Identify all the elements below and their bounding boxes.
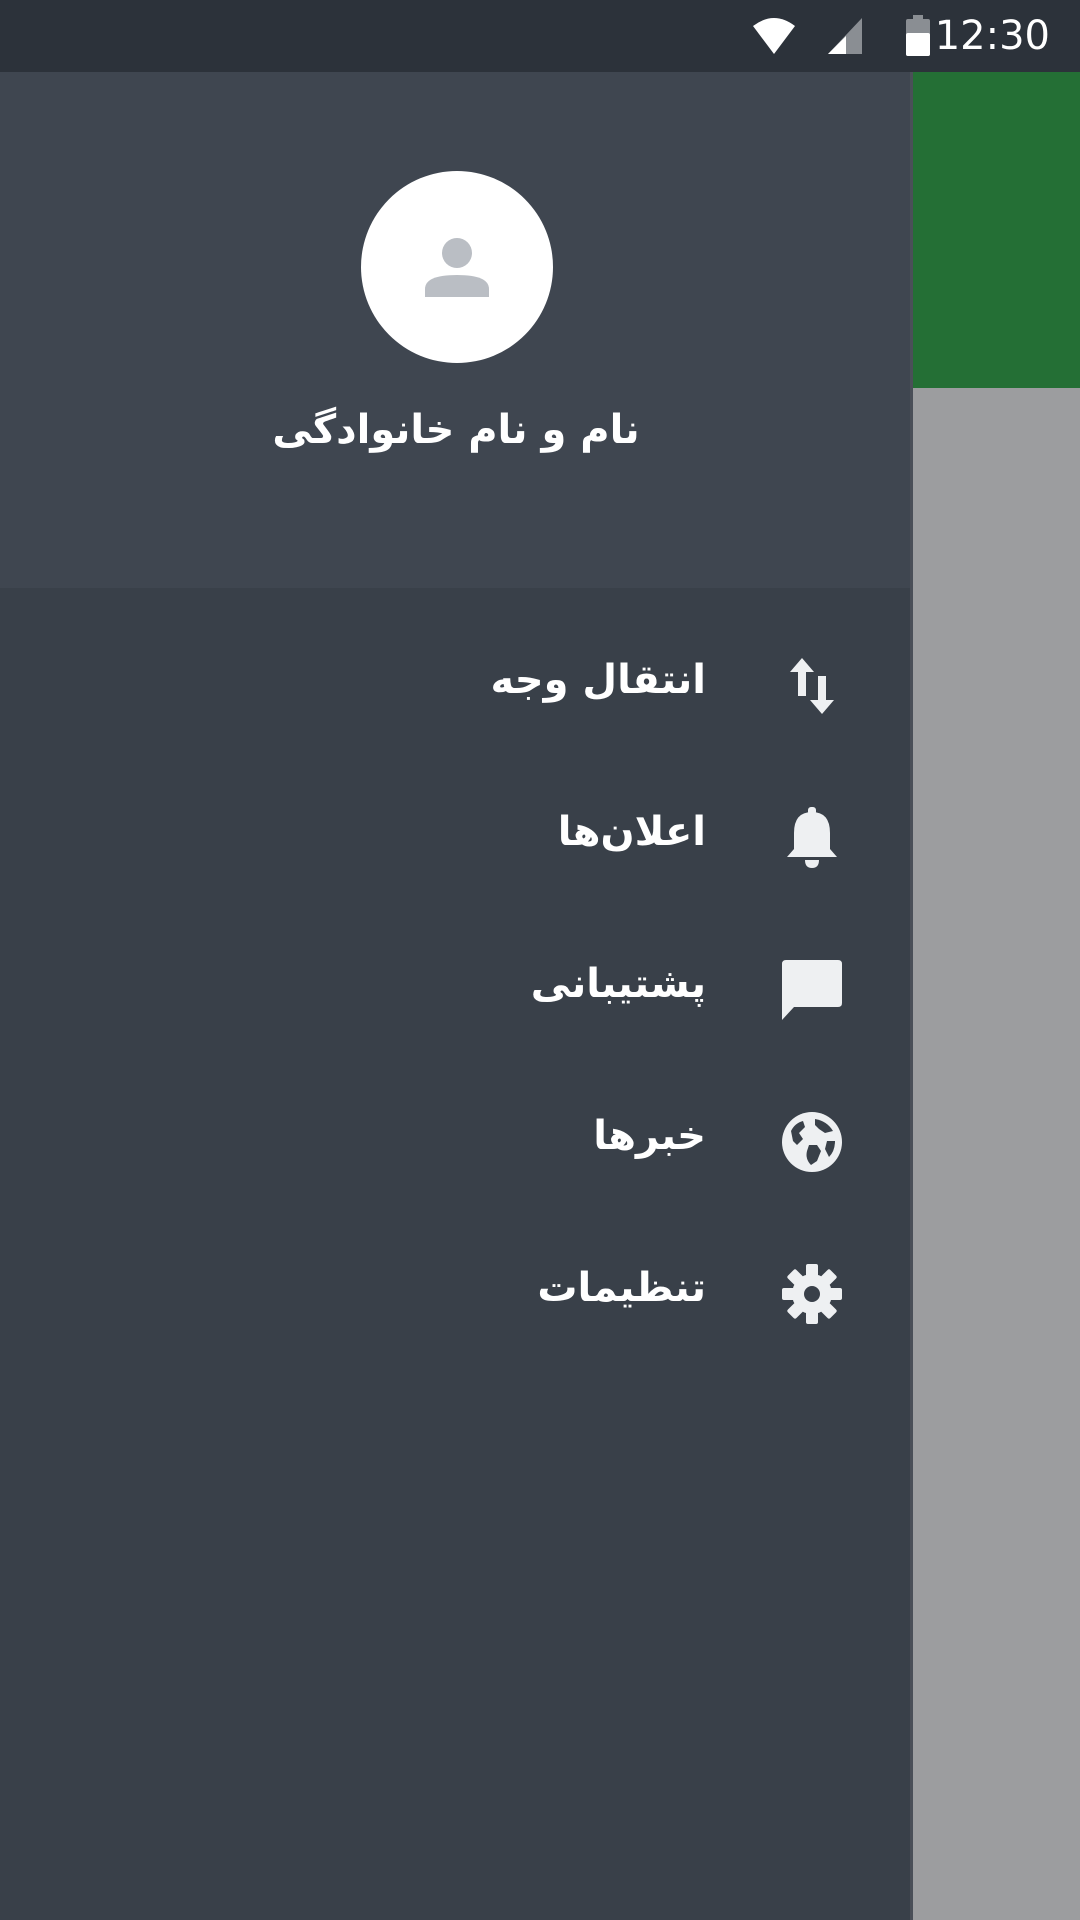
menu-label-news: خبرها <box>593 1113 706 1159</box>
menu-item-support[interactable]: پشتیبانی <box>0 908 912 1060</box>
menu-label-notifications: اعلان‌ها <box>557 809 706 855</box>
navigation-drawer: نام و نام خانوادگی انتقال وجه <box>0 0 912 1920</box>
drawer-header: نام و نام خانوادگی <box>0 72 912 588</box>
menu-label-settings: تنظیمات <box>537 1265 706 1311</box>
screen: 12:30 نام و نام خانوادگی انتقال وجه اعلا… <box>0 0 1080 1920</box>
wifi-icon <box>750 0 798 72</box>
chat-bubble-icon <box>776 954 848 1026</box>
user-name: نام و نام خانوادگی <box>272 407 640 453</box>
globe-icon <box>776 1106 848 1178</box>
bell-icon <box>776 802 848 874</box>
menu-item-transfer[interactable]: انتقال وجه <box>0 604 912 756</box>
battery-icon <box>900 0 936 72</box>
menu-item-news[interactable]: خبرها <box>0 1060 912 1212</box>
status-bar: 12:30 <box>0 0 1080 72</box>
drawer-edge-divider <box>910 72 913 1920</box>
status-time: 12:30 <box>934 13 1050 59</box>
menu-label-transfer: انتقال وجه <box>490 657 706 703</box>
menu-label-support: پشتیبانی <box>530 961 706 1007</box>
menu-item-notifications[interactable]: اعلان‌ها <box>0 756 912 908</box>
drawer-menu: انتقال وجه اعلان‌ها پش <box>0 604 912 1364</box>
menu-item-settings[interactable]: تنظیمات <box>0 1212 912 1364</box>
cell-signal-icon <box>824 0 868 72</box>
person-icon <box>425 238 489 297</box>
avatar[interactable] <box>361 171 553 363</box>
swap-vert-icon <box>776 650 848 722</box>
gear-icon <box>776 1258 848 1330</box>
